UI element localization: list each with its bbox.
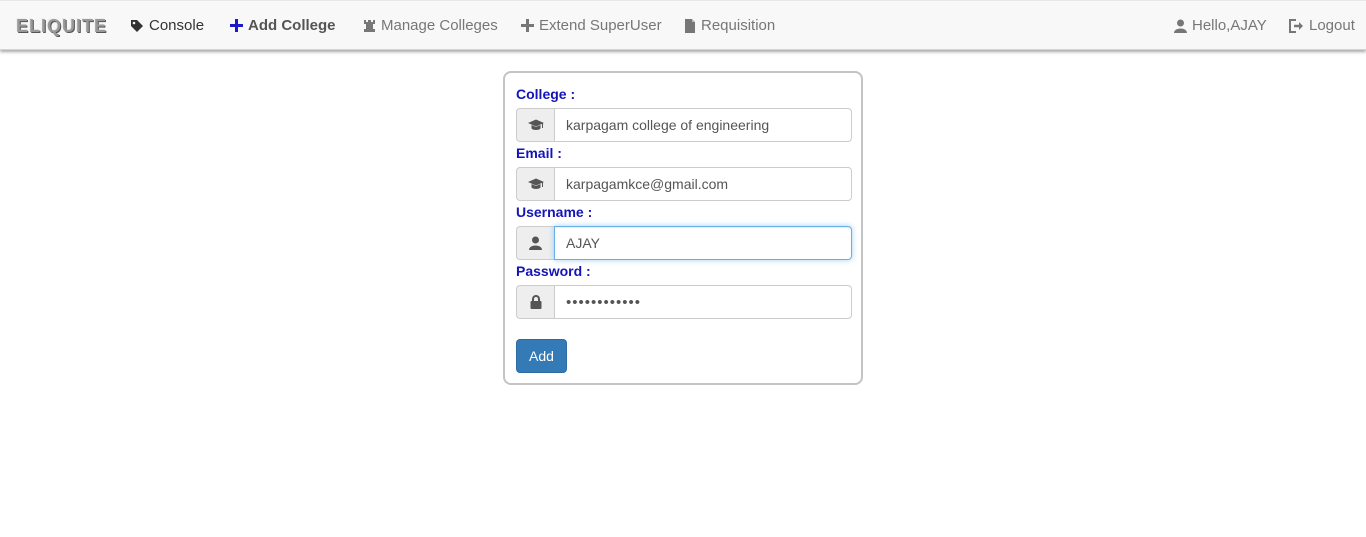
add-college-form: College : Email : Username : [503, 71, 863, 385]
nav-user-greeting[interactable]: Hello,AJAY [1174, 17, 1267, 34]
email-input-group [516, 167, 852, 201]
add-button[interactable]: Add [516, 339, 567, 373]
nav-extend-superuser-label: Extend SuperUser [539, 17, 662, 34]
password-label: Password : [516, 263, 591, 279]
nav-requisition[interactable]: Requisition [684, 17, 775, 34]
username-addon [516, 226, 554, 260]
username-input[interactable] [554, 226, 852, 260]
nav-manage-colleges-label: Manage Colleges [381, 17, 498, 34]
logout-icon [1289, 18, 1303, 33]
college-label: College : [516, 86, 576, 102]
user-icon [1174, 19, 1187, 33]
graduation-cap-icon [527, 119, 544, 130]
nav-manage-colleges[interactable]: Manage Colleges [363, 17, 498, 34]
nav-logout[interactable]: Logout [1289, 17, 1355, 34]
college-input[interactable] [554, 108, 852, 142]
plus-icon [230, 19, 243, 32]
top-navbar: ELIQUITE Console Add College Manage Coll… [0, 0, 1366, 50]
email-addon [516, 167, 554, 201]
college-addon [516, 108, 554, 142]
nav-extend-superuser[interactable]: Extend SuperUser [521, 17, 662, 34]
user-icon [529, 236, 542, 250]
college-input-group [516, 108, 852, 142]
username-input-group [516, 226, 852, 260]
nav-console-label: Console [149, 17, 205, 34]
brand-logo[interactable]: ELIQUITE [16, 16, 107, 37]
lock-icon [530, 295, 541, 309]
logout-label: Logout [1309, 17, 1355, 34]
password-addon [516, 285, 554, 319]
nav-console[interactable]: Console [130, 17, 204, 34]
file-icon [685, 18, 695, 33]
nav-add-college[interactable]: Add College [230, 17, 336, 34]
tag-icon [131, 19, 143, 32]
username-label: Username : [516, 204, 593, 220]
user-greeting-label: Hello,AJAY [1192, 17, 1267, 34]
email-label: Email : [516, 145, 562, 161]
password-input-group [516, 285, 852, 319]
graduation-cap-icon [527, 178, 544, 189]
email-input[interactable] [554, 167, 852, 201]
plus-icon [521, 19, 534, 32]
nav-add-college-label: Add College [248, 17, 336, 34]
password-input[interactable] [554, 285, 852, 319]
nav-requisition-label: Requisition [701, 17, 776, 34]
tower-icon [364, 19, 375, 32]
